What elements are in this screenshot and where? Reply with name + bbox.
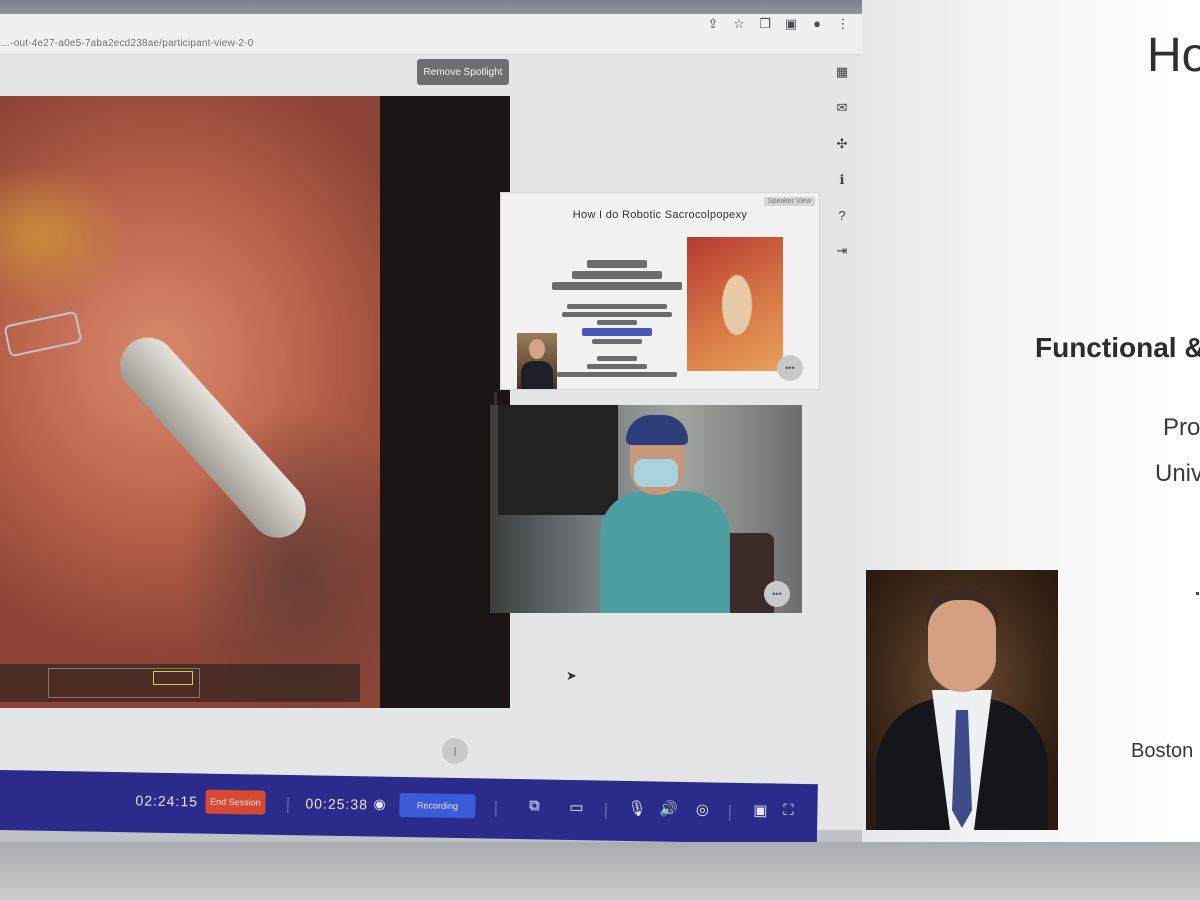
collapse-panel-button[interactable]: | [442,738,468,764]
help-icon[interactable]: ? [832,208,852,223]
camera-icon[interactable]: ◎ [693,800,711,818]
layout-switch-icon[interactable]: ▣ [751,801,769,819]
slide-affiliation-line: Univ [1155,460,1200,487]
participant-video[interactable]: ••• [490,405,802,613]
screen-share-icon[interactable]: ⧉ [525,797,543,814]
microphone-icon[interactable]: 🎙 [627,799,646,817]
separator [287,797,289,814]
participant-scrubs [600,491,730,613]
shared-slide-title: How I do Robotic Sacrocolpopexy [572,209,748,221]
participant-options-button[interactable]: ••• [764,581,790,607]
slide-options-button[interactable]: ••• [777,355,803,381]
fullscreen-icon[interactable]: ⛶ [779,802,797,819]
anatomy-illustration [687,237,783,371]
star-icon[interactable]: ☆ [732,16,746,32]
separator [495,800,497,817]
slide-subheading: Functional & [1035,332,1200,363]
right-toolbar: ▦ ✉ ✣ ℹ ? ⇥ [828,64,856,259]
monitor-bottom-edge [0,842,1200,900]
browser-toolbar: ⇪ ☆ ❐ ▣ ● ⋮ [706,16,850,32]
speaker-portrait [866,570,1058,830]
remove-spotlight-button[interactable]: Remove Spotlight [417,59,509,85]
copy-icon[interactable]: ❐ [758,16,772,32]
url-text[interactable]: …-out-4e27-a0e5-7aba2ecd238ae/participan… [0,38,254,49]
slide-location-line: Boston [1131,740,1194,762]
extension-icon[interactable]: ▣ [784,16,798,32]
exit-icon[interactable]: ⇥ [832,243,852,259]
mouse-cursor-icon: ➤ [566,668,577,683]
recording-timer: 00:25:38 [305,795,369,813]
session-timer: 02:24:15 [135,792,199,810]
info-icon[interactable]: ℹ [832,172,852,188]
share-icon[interactable]: ⇪ [706,16,720,32]
speaker-icon[interactable]: 🔊 [659,800,678,818]
participant-mask [634,459,678,487]
slide-tag: Speaker View [763,197,815,206]
layout-icon[interactable]: ▦ [832,64,852,80]
address-bar: …-out-4e27-a0e5-7aba2ecd238ae/participan… [0,14,862,55]
shared-slide-panel[interactable]: Speaker View How I do Robotic Sacrocolpo… [500,192,820,390]
slide-heading: Ho [1147,29,1200,82]
present-icon[interactable]: ▭ [567,798,585,816]
recording-button[interactable]: Recording [399,792,476,819]
end-session-button[interactable]: End Session [205,789,266,815]
tools-icon[interactable]: ✣ [832,136,852,152]
separator [729,804,731,821]
chat-icon[interactable]: ✉ [832,100,852,116]
overlay-box [48,668,200,698]
speaker-info-block [547,257,687,380]
participant-cap [626,415,688,445]
profile-icon[interactable]: ● [810,16,824,32]
background-screen [498,405,618,515]
slide-bullet [1196,592,1199,595]
slide-title-line: Pro [1163,414,1200,441]
record-status-icon: ◉ [373,795,386,812]
video-overlay-bar [0,664,360,702]
separator [605,802,607,819]
menu-icon[interactable]: ⋮ [836,16,850,32]
overlay-tag [153,671,193,685]
slide-speaker-photo [517,333,557,389]
main-surgical-video[interactable] [0,96,510,708]
